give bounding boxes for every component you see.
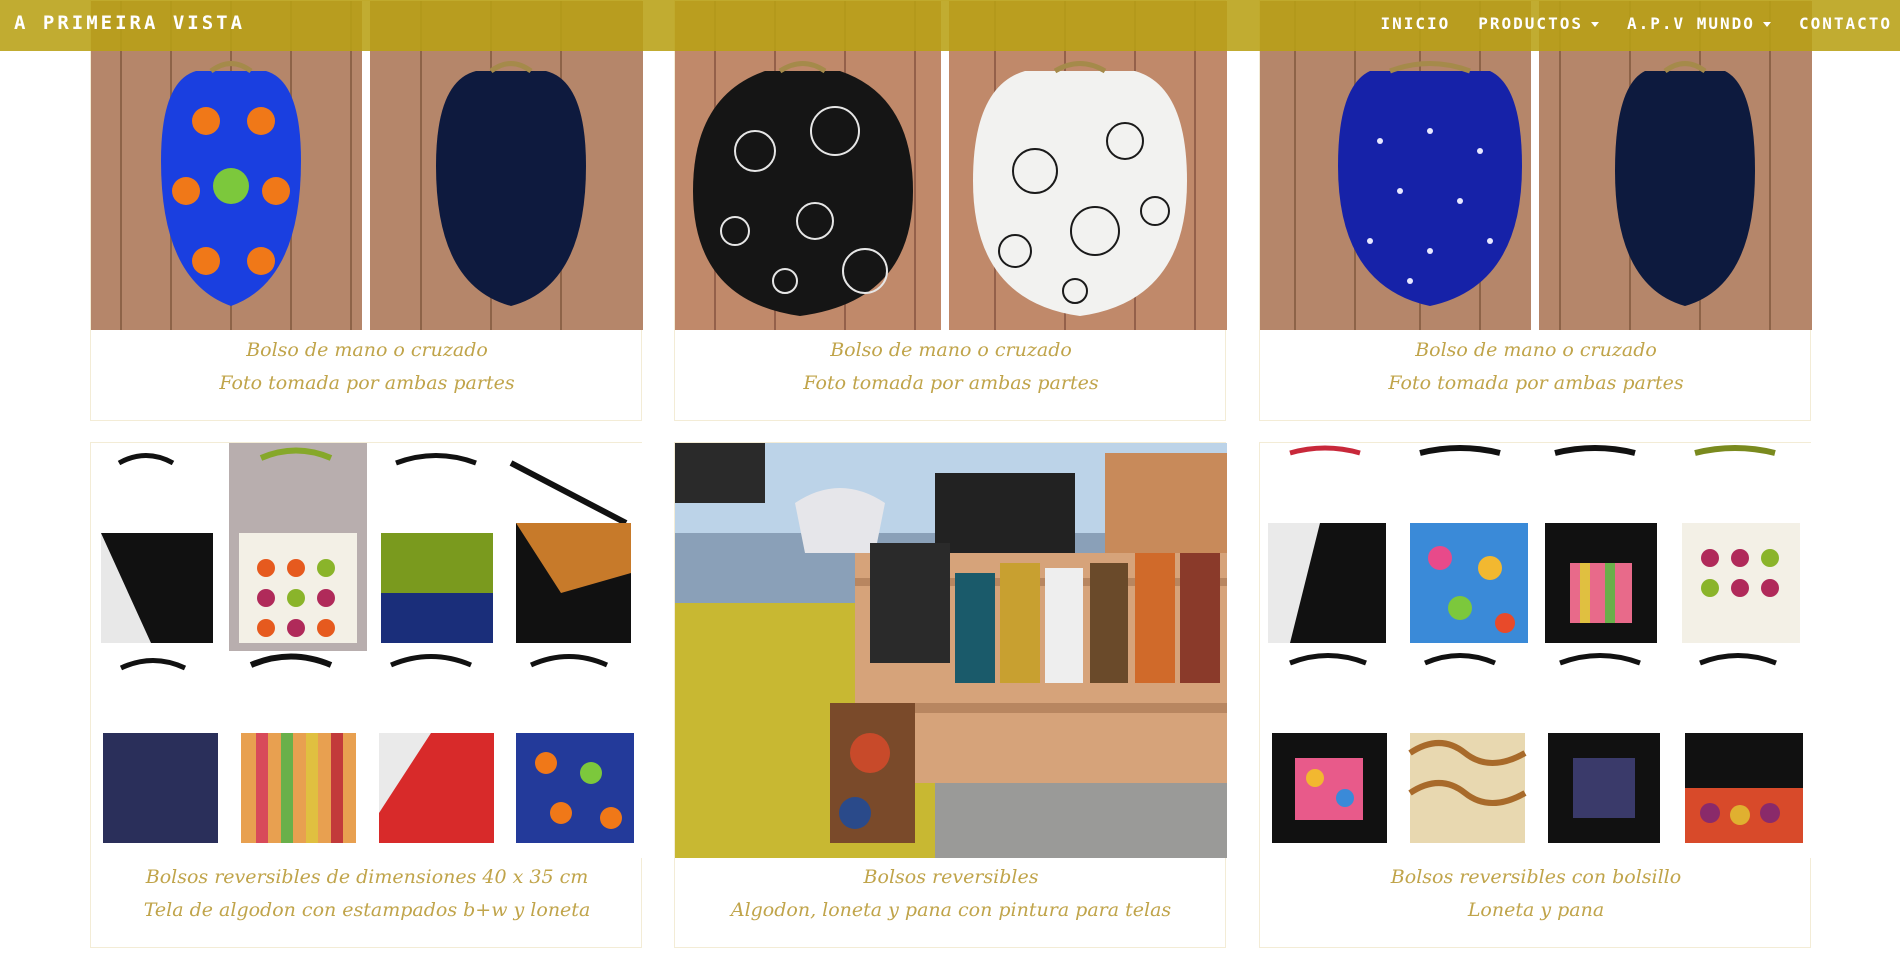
nav-item-label: PRODUCTOS [1478, 14, 1583, 33]
nav-item-inicio[interactable]: INICIO [1380, 14, 1450, 33]
card-caption-line1: Bolso de mano o cruzado [830, 339, 1072, 361]
card-caption-line1: Bolso de mano o cruzado [246, 339, 488, 361]
brand-logo-link[interactable]: A PRIMEIRA VISTA [14, 12, 245, 34]
card-caption-line1: Bolsos reversibles con bolsillo [1390, 866, 1682, 888]
card-caption-line2: Algodon, loneta y pana con pintura para … [730, 899, 1172, 921]
nav-item-productos[interactable]: PRODUCTOS [1478, 14, 1599, 33]
card-caption-line2: Loneta y pana [1467, 899, 1605, 921]
top-navbar: A PRIMEIRA VISTA INICIO PRODUCTOS A.P.V … [0, 0, 1900, 51]
nav-item-contacto[interactable]: CONTACTO [1799, 14, 1892, 33]
product-card: Bolso de mano o cruzado Foto tomada por … [674, 0, 1227, 421]
caret-down-icon [1762, 22, 1771, 27]
product-card: Bolsos reversibles con bolsillo Loneta y… [1259, 442, 1812, 948]
product-card: Bolsos reversibles de dimensiones 40 x 3… [90, 442, 643, 948]
card-caption-line2: Foto tomada por ambas partes [1388, 372, 1684, 394]
nav-item-label: A.P.V MUNDO [1626, 14, 1755, 33]
caret-down-icon [1590, 22, 1599, 27]
product-card: Bolso de mano o cruzado Foto tomada por … [1259, 0, 1812, 421]
product-card: Bolsos reversibles Algodon, loneta y pan… [674, 442, 1227, 948]
product-card: Bolso de mano o cruzado Foto tomada por … [90, 0, 643, 421]
card-caption-line1: Bolsos reversibles de dimensiones 40 x 3… [145, 866, 589, 888]
card-caption-line1: Bolsos reversibles [863, 866, 1039, 888]
card-caption-line2: Foto tomada por ambas partes [803, 372, 1099, 394]
card-caption-line2: Foto tomada por ambas partes [219, 372, 515, 394]
card-caption-line2: Tela de algodon con estampados b+w y lon… [143, 899, 591, 921]
nav-menu: INICIO PRODUCTOS A.P.V MUNDO CONTACTO [1380, 14, 1892, 33]
nav-item-label: CONTACTO [1798, 14, 1892, 33]
card-caption-line1: Bolso de mano o cruzado [1415, 339, 1657, 361]
product-photo[interactable] [675, 443, 1227, 858]
nav-item-apv-mundo[interactable]: A.P.V MUNDO [1627, 14, 1771, 33]
product-photo[interactable] [91, 443, 643, 858]
product-photo[interactable] [1260, 443, 1812, 858]
nav-item-label: INICIO [1380, 14, 1451, 33]
